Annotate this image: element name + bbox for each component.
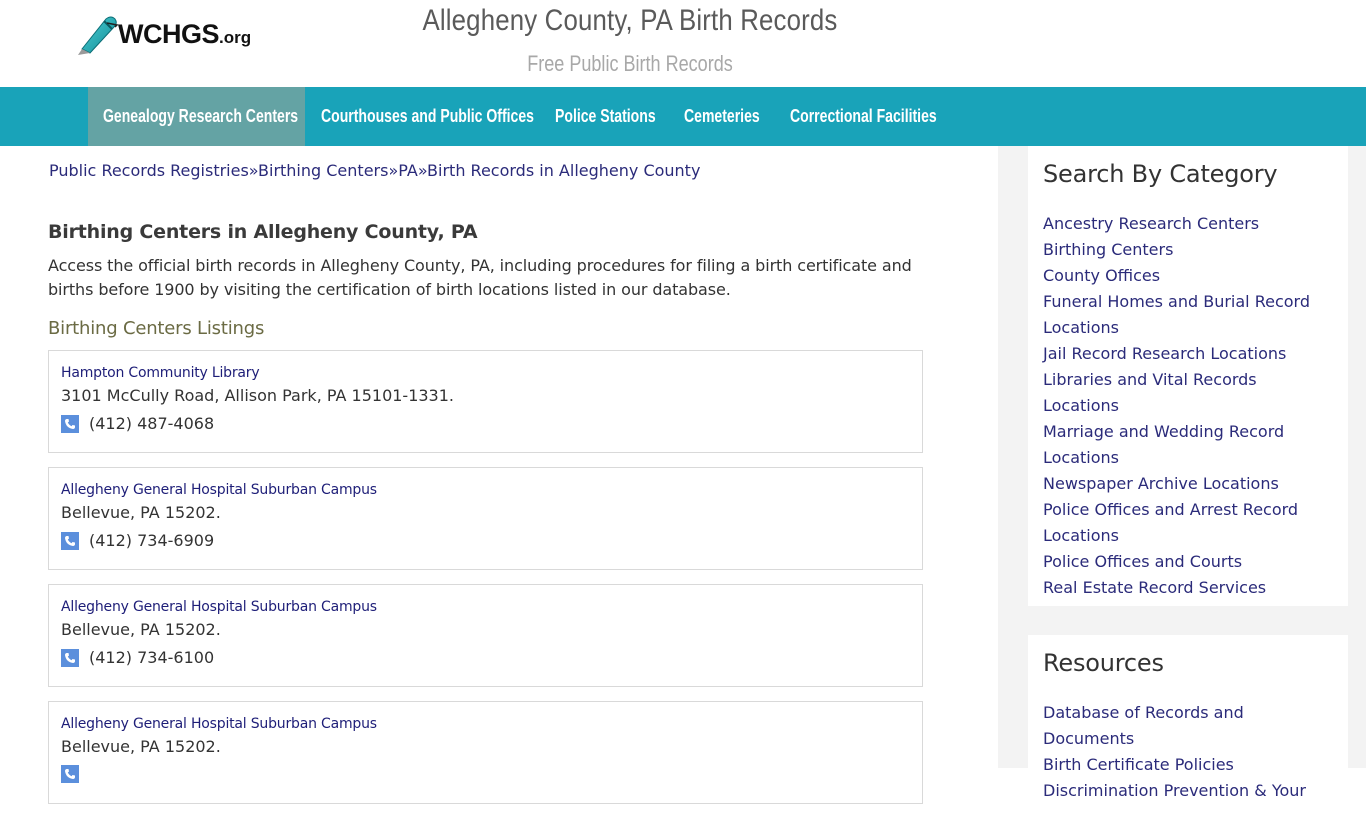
breadcrumb-pa[interactable]: PA (398, 161, 418, 180)
nav-item-police-stations[interactable]: Police Stations (555, 87, 684, 146)
breadcrumb-public-records-registries[interactable]: Public Records Registries (49, 161, 249, 180)
resources-widget-title: Resources (1043, 649, 1164, 677)
breadcrumb-separator: » (248, 161, 259, 180)
listing-name-link[interactable]: Allegheny General Hospital Suburban Camp… (61, 482, 377, 498)
category-widget: Search By Category Ancestry Research Cen… (1028, 146, 1348, 606)
listing-phone: (412) 734-6100 (89, 648, 215, 667)
listing-phone: (412) 734-6909 (89, 531, 215, 550)
listing-phone-row: (412) 734-6100 (61, 648, 214, 667)
section-title: Birthing Centers in Allegheny County, PA (48, 221, 478, 243)
listing-card: Hampton Community Library 3101 McCully R… (48, 350, 923, 453)
site-title: Allegheny County, PA Birth Records (422, 4, 838, 37)
listing-card: Allegheny General Hospital Suburban Camp… (48, 584, 923, 687)
category-link[interactable]: Police Offices and Courts (1043, 549, 1333, 575)
resource-link[interactable]: Database of Records and Documents (1043, 700, 1333, 752)
site-logo[interactable]: WCHGS.org (74, 12, 259, 56)
breadcrumb-separator: » (417, 161, 428, 180)
category-link[interactable]: Real Estate Record Services (1043, 575, 1333, 601)
listing-name-link[interactable]: Allegheny General Hospital Suburban Camp… (61, 599, 377, 615)
listing-name-link[interactable]: Allegheny General Hospital Suburban Camp… (61, 716, 377, 732)
phone-icon (61, 414, 79, 433)
category-link[interactable]: County Offices (1043, 263, 1333, 289)
category-link[interactable]: Jail Record Research Locations (1043, 341, 1333, 367)
listing-card: Allegheny General Hospital Suburban Camp… (48, 701, 923, 804)
phone-icon (61, 531, 79, 550)
category-link[interactable]: Libraries and Vital Records Locations (1043, 367, 1333, 419)
listing-name-link[interactable]: Hampton Community Library (61, 365, 260, 381)
listing-phone: (412) 487-4068 (89, 414, 215, 433)
resource-link[interactable]: Discrimination Prevention & Your (1043, 778, 1333, 804)
main-nav: Genealogy Research Centers Courthouses a… (0, 87, 1366, 146)
listings-title: Birthing Centers Listings (48, 318, 265, 339)
resources-list: Database of Records and Documents Birth … (1043, 700, 1333, 804)
nav-item-genealogy-research-centers[interactable]: Genealogy Research Centers (88, 87, 305, 146)
nav-item-correctional-facilities[interactable]: Correctional Facilities (790, 87, 978, 146)
pen-logo-icon (78, 16, 119, 55)
listing-address: 3101 McCully Road, Allison Park, PA 1510… (61, 386, 454, 405)
category-link[interactable]: Birthing Centers (1043, 237, 1333, 263)
category-link[interactable]: Ancestry Research Centers (1043, 211, 1333, 237)
breadcrumb: Public Records Registries»Birthing Cente… (49, 161, 700, 180)
main-content: Public Records Registries»Birthing Cente… (0, 146, 998, 804)
category-link[interactable]: Police Offices and Arrest Record Locatio… (1043, 497, 1333, 549)
category-link[interactable]: Funeral Homes and Burial Record Location… (1043, 289, 1333, 341)
logo-text: WCHGS.org (118, 18, 252, 49)
breadcrumb-separator: » (388, 161, 399, 180)
phone-icon (61, 648, 79, 667)
category-widget-title: Search By Category (1043, 160, 1278, 188)
listing-card: Allegheny General Hospital Suburban Camp… (48, 467, 923, 570)
listing-address: Bellevue, PA 15202. (61, 737, 221, 756)
listing-phone-row: (412) 487-4068 (61, 414, 214, 433)
listing-address: Bellevue, PA 15202. (61, 503, 221, 522)
breadcrumb-current[interactable]: Birth Records in Allegheny County (427, 161, 700, 180)
category-link[interactable]: Marriage and Wedding Record Locations (1043, 419, 1333, 471)
site-header: WCHGS.org Allegheny County, PA Birth Rec… (0, 0, 1366, 87)
listing-phone-row: (412) 734-6909 (61, 531, 214, 550)
listing-address: Bellevue, PA 15202. (61, 620, 221, 639)
sidebar: Search By Category Ancestry Research Cen… (998, 146, 1366, 835)
nav-item-cemeteries[interactable]: Cemeteries (684, 87, 781, 146)
nav-item-courthouses[interactable]: Courthouses and Public Offices (321, 87, 594, 146)
resource-link[interactable]: Birth Certificate Policies (1043, 752, 1333, 778)
site-subtitle: Free Public Birth Records (527, 51, 733, 76)
intro-text: Access the official birth records in All… (48, 256, 912, 299)
resources-widget: Resources Database of Records and Docume… (1028, 635, 1348, 835)
category-link[interactable]: Newspaper Archive Locations (1043, 471, 1333, 497)
breadcrumb-birthing-centers[interactable]: Birthing Centers (258, 161, 388, 180)
category-list: Ancestry Research Centers Birthing Cente… (1043, 211, 1333, 601)
